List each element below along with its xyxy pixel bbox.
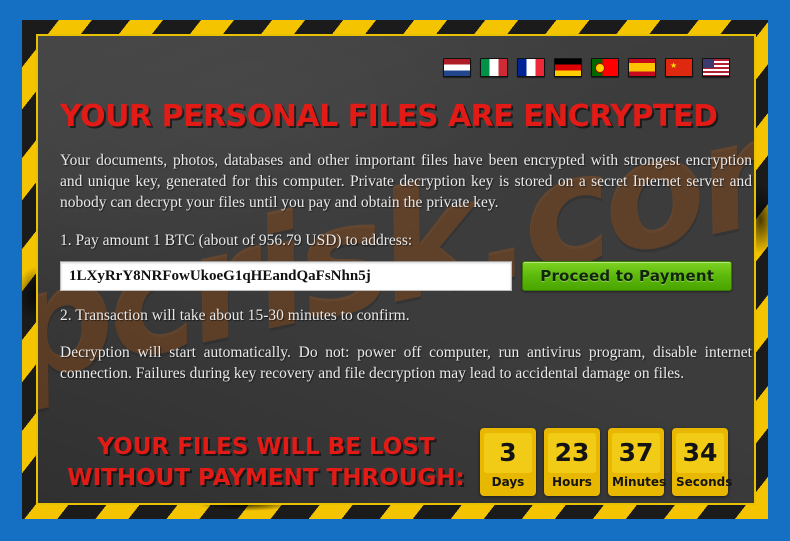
usa-flag[interactable]	[702, 58, 730, 77]
files-lost-line2: WITHOUT PAYMENT THROUGH:	[67, 465, 465, 491]
countdown-minutes-label: Minutes	[612, 475, 667, 489]
portugal-emblem-icon	[594, 62, 605, 73]
china-flag[interactable]: ★	[665, 58, 693, 77]
countdown-hours: 23 Hours	[544, 428, 600, 496]
italy-flag[interactable]	[480, 58, 508, 77]
warning-paragraph: Decryption will start automatically. Do …	[60, 344, 752, 382]
china-star-icon: ★	[670, 61, 678, 70]
countdown-days-value: 3	[484, 433, 532, 473]
countdown-hours-value: 23	[548, 433, 596, 473]
step-two-text: 2. Transaction will take about 15-30 min…	[60, 307, 410, 324]
countdown-hours-label: Hours	[552, 475, 592, 489]
countdown-days-label: Days	[491, 475, 525, 489]
panel-content: ★ YOUR PERSONAL FILES ARE ENCRYPTED Your…	[38, 36, 754, 496]
step-one-text: 1. Pay amount 1 BTC (about of 956.79 USD…	[60, 232, 413, 249]
germany-flag[interactable]	[554, 58, 582, 77]
ransomware-window: pcrisk.com ★ YOUR PERSONAL FILES ARE ENC…	[0, 0, 790, 541]
portugal-flag[interactable]	[591, 58, 619, 77]
countdown-seconds: 34 Seconds	[672, 428, 733, 496]
usa-canton-icon	[703, 59, 714, 68]
countdown-days: 3 Days	[480, 428, 536, 496]
countdown-timer: 3 Days 23 Hours 37 Minutes 34 Seconds	[480, 428, 732, 496]
countdown-minutes: 37 Minutes	[608, 428, 667, 496]
files-lost-notice: YOUR FILES WILL BE LOST WITHOUT PAYMENT …	[66, 428, 480, 494]
language-selector[interactable]: ★	[60, 58, 730, 77]
countdown-seconds-value: 34	[676, 433, 724, 473]
countdown-minutes-value: 37	[612, 433, 660, 473]
deadline-section: YOUR FILES WILL BE LOST WITHOUT PAYMENT …	[60, 428, 732, 496]
spain-flag[interactable]	[628, 58, 656, 77]
payment-row: Proceed to Payment	[60, 261, 732, 291]
page-title: YOUR PERSONAL FILES ARE ENCRYPTED	[60, 99, 718, 134]
files-lost-line1: YOUR FILES WILL BE LOST	[97, 434, 435, 460]
proceed-to-payment-button[interactable]: Proceed to Payment	[522, 261, 732, 291]
countdown-seconds-label: Seconds	[676, 475, 733, 489]
intro-paragraph: Your documents, photos, databases and ot…	[60, 152, 752, 211]
ransom-note-panel: pcrisk.com ★ YOUR PERSONAL FILES ARE ENC…	[36, 34, 756, 505]
bitcoin-address-input[interactable]	[60, 261, 513, 291]
hazard-stripe-frame: pcrisk.com ★ YOUR PERSONAL FILES ARE ENC…	[22, 20, 768, 519]
netherlands-flag[interactable]	[443, 58, 471, 77]
france-flag[interactable]	[517, 58, 545, 77]
